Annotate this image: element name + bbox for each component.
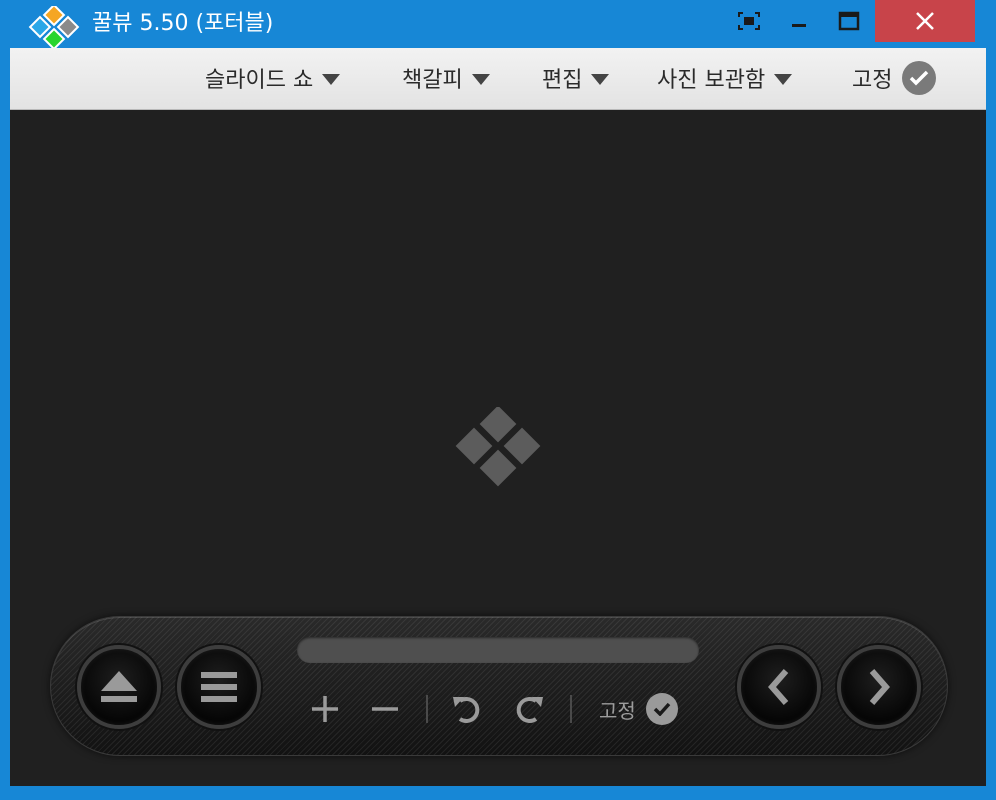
menu-photo-archive-label: 사진 보관함	[657, 68, 766, 93]
eject-icon	[101, 671, 137, 702]
title-bar[interactable]: 꿀뷰 5.50 (포터블)	[0, 0, 996, 48]
zoom-in-button[interactable]	[307, 691, 343, 727]
maximize-icon	[838, 11, 860, 31]
minimize-icon	[792, 24, 806, 27]
image-viewer-area[interactable]: 고정	[10, 110, 986, 786]
close-button[interactable]	[875, 0, 975, 42]
focus-mode-icon	[738, 12, 760, 30]
menu-bar: 슬라이드 쇼 책갈피 편집 사진 보관함 고정	[10, 48, 986, 110]
window-title: 꿀뷰 5.50 (포터블)	[92, 11, 274, 36]
app-window: 꿀뷰 5.50 (포터블) 슬라이드 쇼 책갈피 편집 사진 보관함 고정 고정	[0, 0, 996, 800]
chevron-down-icon	[322, 73, 341, 85]
honeyview-logo-icon	[455, 407, 541, 487]
check-circle-icon	[902, 61, 937, 95]
progress-slider[interactable]	[297, 637, 699, 663]
maximize-button[interactable]	[827, 0, 871, 42]
check-circle-icon	[645, 693, 678, 725]
rotate-left-button[interactable]	[449, 691, 485, 727]
menu-icon	[201, 672, 237, 702]
minimize-button[interactable]	[777, 0, 821, 42]
menu-bookmark-label: 책갈피	[402, 68, 463, 93]
chevron-down-icon	[591, 73, 610, 85]
previous-icon	[768, 669, 789, 705]
eject-button[interactable]	[77, 645, 161, 729]
zoom-out-button[interactable]	[367, 691, 403, 727]
app-logo-icon	[28, 6, 80, 48]
previous-button[interactable]	[737, 645, 821, 729]
next-button[interactable]	[837, 645, 921, 729]
menu-bookmark[interactable]: 책갈피	[402, 60, 490, 96]
toolbar-divider	[426, 695, 428, 723]
menu-edit[interactable]: 편집	[542, 60, 610, 96]
menu-pin-toggle[interactable]: 고정	[852, 60, 937, 96]
menu-photo-archive[interactable]: 사진 보관함	[657, 60, 793, 96]
menu-slideshow-label: 슬라이드 쇼	[205, 68, 314, 93]
rotate-right-icon	[516, 697, 543, 723]
menu-button[interactable]	[177, 645, 261, 729]
close-icon	[916, 12, 934, 30]
rotate-right-button[interactable]	[511, 691, 547, 727]
menu-edit-label: 편집	[542, 68, 583, 93]
zoom-out-icon	[372, 707, 398, 711]
control-panel: 고정	[50, 616, 948, 756]
toolbar-divider	[570, 695, 572, 723]
panel-pin-label: 고정	[599, 698, 636, 723]
focus-mode-button[interactable]	[727, 0, 771, 42]
panel-pin-toggle[interactable]: 고정	[599, 691, 709, 727]
zoom-in-icon	[312, 696, 338, 722]
menu-slideshow[interactable]: 슬라이드 쇼	[205, 60, 341, 96]
next-icon	[869, 669, 890, 705]
chevron-down-icon	[774, 73, 793, 85]
chevron-down-icon	[471, 73, 490, 85]
menu-pin-label: 고정	[852, 68, 893, 93]
rotate-left-icon	[453, 697, 480, 723]
